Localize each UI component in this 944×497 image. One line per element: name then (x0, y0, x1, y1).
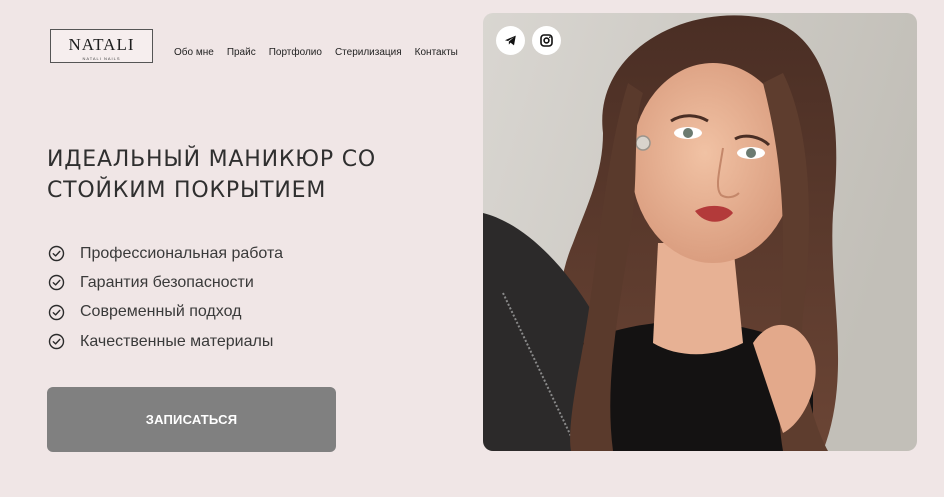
telegram-icon (505, 35, 516, 46)
portrait-illustration (483, 13, 917, 451)
feature-label: Гарантия безопасности (80, 273, 254, 291)
nav-portfolio[interactable]: Портфолио (269, 47, 322, 58)
feature-label: Качественные материалы (80, 332, 274, 350)
check-circle-icon (48, 275, 65, 291)
main-nav: Обо мне Прайс Портфолио Стерилизация Кон… (174, 47, 458, 58)
telegram-button[interactable] (496, 26, 525, 55)
book-appointment-button[interactable]: ЗАПИСАТЬСЯ (47, 387, 336, 452)
feature-label: Современный подход (80, 303, 242, 321)
nav-price[interactable]: Прайс (227, 47, 256, 58)
nav-sterilization[interactable]: Стерилизация (335, 47, 402, 58)
logo-title: NATALI (68, 35, 135, 54)
list-item: Качественные материалы (48, 327, 283, 356)
hero-title-line1: ИДЕАЛЬНЫЙ МАНИКЮР СО (47, 147, 376, 172)
instagram-icon (540, 34, 553, 47)
portrait-photo (483, 13, 917, 451)
hero-title: ИДЕАЛЬНЫЙ МАНИКЮР СО СТОЙКИМ ПОКРЫТИЕМ (47, 144, 427, 206)
nav-about[interactable]: Обо мне (174, 47, 214, 58)
list-item: Профессиональная работа (48, 239, 283, 268)
list-item: Современный подход (48, 298, 283, 327)
logo-subtitle: NATALI NAILS (82, 56, 121, 61)
nav-contacts[interactable]: Контакты (415, 47, 458, 58)
feature-label: Профессиональная работа (80, 244, 283, 262)
instagram-button[interactable] (532, 26, 561, 55)
hero-title-line2: СТОЙКИМ ПОКРЫТИЕМ (47, 178, 327, 203)
list-item: Гарантия безопасности (48, 268, 283, 297)
feature-list: Профессиональная работа Гарантия безопас… (48, 239, 283, 356)
check-circle-icon (48, 304, 65, 320)
logo[interactable]: NATALI NATALI NAILS (50, 29, 153, 63)
check-circle-icon (48, 245, 65, 262)
check-circle-icon (48, 333, 65, 350)
